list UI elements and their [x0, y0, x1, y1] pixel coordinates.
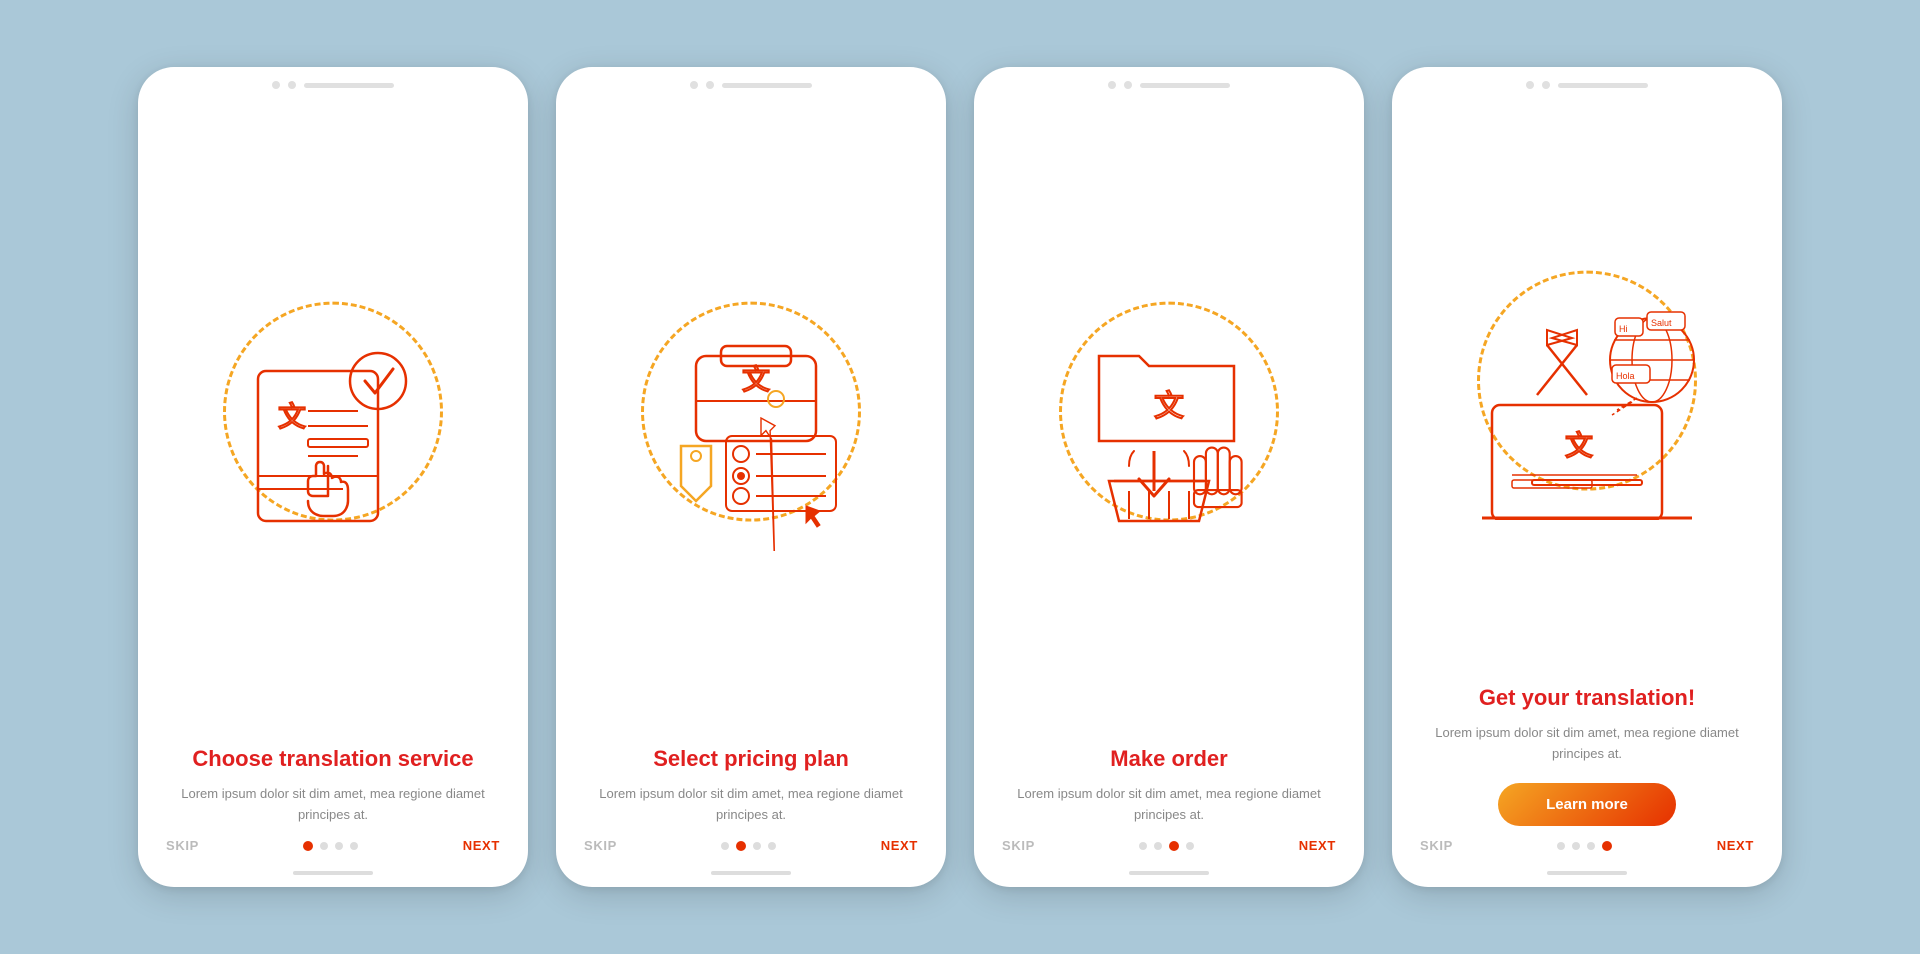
nav-dots-2 — [721, 841, 776, 851]
nav-dots-4 — [1557, 841, 1612, 851]
illustration-svg-4: 文 Hi Salut — [1457, 260, 1717, 520]
next-button-2[interactable]: NEXT — [881, 838, 918, 853]
illustration-svg-1: 文 — [203, 291, 463, 551]
svg-text:Hola: Hola — [1616, 371, 1635, 381]
bottom-bar-2 — [711, 871, 791, 875]
dot-3-4 — [1186, 842, 1194, 850]
svg-text:文: 文 — [1154, 390, 1184, 423]
bottom-bar-1 — [293, 871, 373, 875]
dot-1-2 — [320, 842, 328, 850]
top-bar-2 — [556, 67, 946, 97]
content-1: Choose translation service Lorem ipsum d… — [138, 735, 528, 826]
next-button-1[interactable]: NEXT — [463, 838, 500, 853]
status-dot — [690, 81, 698, 89]
phone-card-4: 文 Hi Salut — [1392, 67, 1782, 887]
next-button-4[interactable]: NEXT — [1717, 838, 1754, 853]
dot-4-4 — [1602, 841, 1612, 851]
next-button-3[interactable]: NEXT — [1299, 838, 1336, 853]
top-bar-3 — [974, 67, 1364, 97]
status-line — [722, 83, 812, 88]
status-dot — [272, 81, 280, 89]
content-2: Select pricing plan Lorem ipsum dolor si… — [556, 735, 946, 826]
nav-4: SKIP NEXT — [1392, 826, 1782, 871]
status-dot — [1124, 81, 1132, 89]
svg-text:文: 文 — [278, 401, 306, 433]
status-line — [304, 83, 394, 88]
learn-more-button[interactable]: Learn more — [1498, 783, 1676, 826]
skip-button-2[interactable]: SKIP — [584, 838, 617, 853]
content-3: Make order Lorem ipsum dolor sit dim ame… — [974, 735, 1364, 826]
bottom-bar-4 — [1547, 871, 1627, 875]
status-dot — [1526, 81, 1534, 89]
dot-3-2 — [1154, 842, 1162, 850]
illustration-4: 文 Hi Salut — [1392, 97, 1782, 674]
card-desc-2: Lorem ipsum dolor sit dim amet, mea regi… — [586, 784, 916, 826]
dot-4-3 — [1587, 842, 1595, 850]
bottom-bar-3 — [1129, 871, 1209, 875]
dot-4-2 — [1572, 842, 1580, 850]
top-bar-4 — [1392, 67, 1782, 97]
status-dot — [706, 81, 714, 89]
illustration-svg-3: 文 — [1039, 291, 1299, 551]
dot-3-3 — [1169, 841, 1179, 851]
status-dot — [1108, 81, 1116, 89]
nav-3: SKIP NEXT — [974, 826, 1364, 871]
screens-container: 文 Choose translation service Lorem ipsum… — [98, 27, 1822, 927]
card-title-2: Select pricing plan — [586, 745, 916, 773]
svg-text:Salut: Salut — [1651, 318, 1672, 328]
card-title-1: Choose translation service — [168, 745, 498, 773]
card-desc-4: Lorem ipsum dolor sit dim amet, mea regi… — [1422, 723, 1752, 765]
card-desc-3: Lorem ipsum dolor sit dim amet, mea regi… — [1004, 784, 1334, 826]
illustration-3: 文 — [974, 97, 1364, 735]
nav-1: SKIP NEXT — [138, 826, 528, 871]
dot-2-3 — [753, 842, 761, 850]
dot-4-1 — [1557, 842, 1565, 850]
phone-card-1: 文 Choose translation service Lorem ipsum… — [138, 67, 528, 887]
skip-button-4[interactable]: SKIP — [1420, 838, 1453, 853]
dot-1-1 — [303, 841, 313, 851]
nav-dots-3 — [1139, 841, 1194, 851]
status-line — [1140, 83, 1230, 88]
phone-card-2: 文 Select pricing plan — [556, 67, 946, 887]
svg-text:Hi: Hi — [1619, 324, 1628, 334]
dot-1-3 — [335, 842, 343, 850]
card-title-3: Make order — [1004, 745, 1334, 773]
illustration-svg-2: 文 — [621, 291, 881, 551]
skip-button-1[interactable]: SKIP — [166, 838, 199, 853]
status-line — [1558, 83, 1648, 88]
nav-2: SKIP NEXT — [556, 826, 946, 871]
nav-dots-1 — [303, 841, 358, 851]
illustration-1: 文 — [138, 97, 528, 735]
content-4: Get your translation! Lorem ipsum dolor … — [1392, 674, 1782, 826]
dot-3-1 — [1139, 842, 1147, 850]
dot-2-2 — [736, 841, 746, 851]
status-dot — [1542, 81, 1550, 89]
dot-1-4 — [350, 842, 358, 850]
dot-2-4 — [768, 842, 776, 850]
card-title-4: Get your translation! — [1422, 684, 1752, 712]
top-bar-1 — [138, 67, 528, 97]
card-desc-1: Lorem ipsum dolor sit dim amet, mea regi… — [168, 784, 498, 826]
svg-text:文: 文 — [1565, 430, 1593, 462]
phone-card-3: 文 — [974, 67, 1364, 887]
skip-button-3[interactable]: SKIP — [1002, 838, 1035, 853]
status-dot — [288, 81, 296, 89]
svg-text:文: 文 — [742, 364, 770, 396]
dot-2-1 — [721, 842, 729, 850]
illustration-2: 文 — [556, 97, 946, 735]
